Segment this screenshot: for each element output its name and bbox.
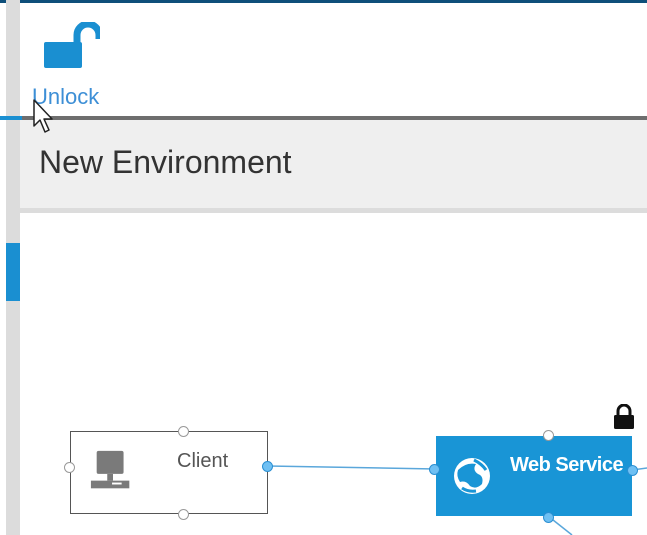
web-service-node-label: Web Service (510, 454, 624, 476)
environment-header: New Environment (20, 120, 647, 213)
unlock-icon (44, 22, 100, 68)
web-service-node[interactable]: Web Service (436, 436, 632, 516)
globe-icon (454, 458, 490, 494)
toolbar-divider-accent (0, 116, 22, 120)
lock-icon[interactable] (612, 404, 636, 430)
web-service-port-top[interactable] (543, 430, 554, 441)
left-rail-active-marker[interactable] (6, 243, 20, 301)
client-port-top[interactable] (178, 426, 189, 437)
web-service-port-right[interactable] (627, 465, 638, 476)
client-node-label: Client (177, 450, 229, 472)
toolbar (20, 3, 647, 116)
client-port-bottom[interactable] (178, 509, 189, 520)
client-port-right[interactable] (262, 461, 273, 472)
environment-title: New Environment (39, 144, 292, 180)
web-service-port-left[interactable] (429, 464, 440, 475)
client-port-left[interactable] (64, 462, 75, 473)
web-service-port-bottom[interactable] (543, 512, 554, 523)
client-node[interactable]: Client (70, 431, 268, 514)
unlock-button[interactable]: Unlock (32, 22, 114, 110)
computer-icon (90, 450, 130, 489)
unlock-label: Unlock (32, 84, 100, 109)
